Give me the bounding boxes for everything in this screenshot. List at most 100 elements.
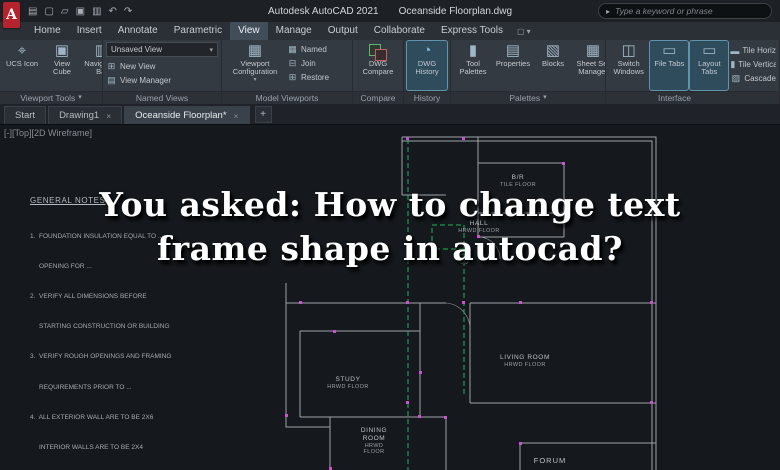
tool-palettes-button[interactable]: ▮ Tool Palettes [454, 41, 492, 90]
ribbon-tab-bar: Home Insert Annotate Parametric View Man… [0, 22, 780, 40]
question-overlay: You asked: How to change text frame shap… [0, 183, 780, 271]
switch-windows-button[interactable]: ◫ Switch Windows [609, 41, 648, 90]
view-manager-icon: ▤ [107, 75, 116, 85]
app-title: Autodesk AutoCAD 2021 [267, 5, 379, 17]
file-tabs-button[interactable]: ▭ File Tabs [649, 40, 690, 91]
panel-history: ◔ DWG History History [404, 40, 451, 104]
file-tab-oceanside-floorplan[interactable]: Oceanside Floorplan* × [124, 106, 250, 124]
button-label: Navigation Bar [84, 59, 102, 77]
panel-label-interface[interactable]: Interface [606, 91, 779, 104]
tile-vertically-icon: ▮ [730, 59, 736, 69]
save-icon[interactable]: ▣ [76, 6, 85, 17]
panel-label-palettes[interactable]: Palettes ▾ [451, 91, 605, 104]
view-cube-button[interactable]: ▣ View Cube [43, 41, 81, 90]
tool-palettes-icon: ▮ [468, 42, 478, 59]
blocks-icon: ▧ [545, 42, 561, 59]
restore-viewports-button[interactable]: ⊞ Restore [287, 71, 329, 84]
button-label: DWG History [415, 59, 439, 77]
new-view-button[interactable]: ⊞ New View [106, 60, 218, 73]
new-icon[interactable]: ▢ [44, 6, 53, 17]
cascade-icon: ▨ [731, 73, 741, 83]
ribbon-display-toggle[interactable]: ▢ ▾ [511, 22, 537, 40]
document-title: Oceanside Floorplan.dwg [398, 5, 513, 17]
named-viewports-button[interactable]: ▦ Named [287, 43, 329, 56]
button-label: DWG Compare [362, 59, 394, 77]
search-placeholder: Type a keyword or phrase [615, 6, 713, 16]
sheet-set-manager-icon: ▦ [585, 42, 601, 59]
ucs-icon-button[interactable]: ⌖ UCS Icon [3, 41, 41, 90]
close-icon[interactable]: × [234, 111, 239, 121]
app-menu-icon[interactable]: ▤ [28, 6, 37, 17]
button-label: View Cube [53, 59, 71, 77]
view-manager-button[interactable]: ▤ View Manager [106, 74, 218, 87]
join-icon: ⊟ [288, 58, 297, 68]
tile-vertically-button[interactable]: ▮ Tile Vertically [730, 58, 776, 71]
plot-icon[interactable]: ▥ [92, 6, 101, 17]
ribbon-tab-insert[interactable]: Insert [69, 22, 110, 40]
button-label: File Tabs [654, 59, 685, 68]
panel-label-history[interactable]: History [404, 91, 450, 104]
autocad-window: A ▤ ▢ ▱ ▣ ▥ ↶ ↷ Autodesk AutoCAD 2021 Oc… [0, 0, 780, 470]
panel-label-named-views[interactable]: Named Views [103, 91, 221, 104]
dwg-compare-button[interactable]: DWG Compare [356, 41, 400, 90]
dwg-history-icon: ◔ [422, 42, 432, 59]
panel-named-views: Unsaved View ▾ ⊞ New View ▤ View Manager… [103, 40, 222, 104]
close-icon[interactable]: × [106, 111, 111, 121]
autocad-logo[interactable]: A [3, 2, 20, 28]
file-tabs-icon: ▭ [662, 42, 677, 59]
navigation-bar-icon: ▥ [95, 42, 102, 60]
cascade-button[interactable]: ▨ Cascade [730, 72, 776, 85]
blocks-button[interactable]: ▧ Blocks [534, 41, 572, 90]
properties-button[interactable]: ▤ Properties [494, 41, 532, 90]
viewport-configuration-button[interactable]: ▦ Viewport Configuration ▾ [225, 41, 285, 90]
sheet-set-manager-button[interactable]: ▦ Sheet Set Manager [574, 41, 605, 90]
layout-tabs-button[interactable]: ▭ Layout Tabs [689, 40, 730, 91]
file-tab-start[interactable]: Start [4, 106, 47, 124]
drawing-canvas[interactable]: [-][Top][2D Wireframe] GENERAL NOTES 1. … [0, 124, 780, 470]
room-label-forum: FORUM [533, 456, 567, 465]
button-label: Switch Windows [613, 59, 644, 77]
join-viewports-button[interactable]: ⊟ Join [287, 57, 329, 70]
ribbon-tab-parametric[interactable]: Parametric [166, 22, 230, 40]
ribbon-tab-collaborate[interactable]: Collaborate [366, 22, 433, 40]
new-view-icon: ⊞ [107, 61, 116, 71]
panel-label-model-viewports[interactable]: Model Viewports [222, 91, 352, 104]
dwg-compare-icon [369, 43, 387, 61]
room-label-living-room: LIVING ROOM HRWD FLOOR [500, 354, 550, 369]
tile-horizontally-icon: ▬ [730, 45, 740, 56]
file-tab-bar: Start Drawing1 × Oceanside Floorplan* × … [0, 104, 780, 124]
ribbon-tab-output[interactable]: Output [320, 22, 366, 40]
properties-icon: ▤ [505, 42, 521, 59]
chevron-down-icon: ▾ [526, 26, 531, 36]
dwg-history-button[interactable]: ◔ DWG History [406, 40, 448, 91]
open-icon[interactable]: ▱ [61, 6, 69, 17]
button-label: Tool Palettes [459, 59, 487, 77]
ucs-icon: ⌖ [17, 42, 27, 59]
tile-horizontally-button[interactable]: ▬ Tile Horizontally [730, 44, 776, 57]
ribbon: ⌖ UCS Icon ▣ View Cube ▥ Navigation Bar … [0, 40, 780, 104]
viewport-controls-label[interactable]: [-][Top][2D Wireframe] [4, 128, 92, 138]
ribbon-tab-manage[interactable]: Manage [268, 22, 320, 40]
button-label: UCS Icon [5, 59, 39, 68]
undo-icon[interactable]: ↶ [109, 6, 117, 17]
file-tab-drawing1[interactable]: Drawing1 × [48, 106, 123, 124]
navigation-bar-button[interactable]: ▥ Navigation Bar [83, 41, 102, 90]
ribbon-tab-annotate[interactable]: Annotate [110, 22, 166, 40]
button-label: Viewport Configuration [232, 59, 278, 77]
ribbon-tab-home[interactable]: Home [26, 22, 69, 40]
new-drawing-tab-button[interactable]: + [254, 106, 272, 123]
titlebar: A ▤ ▢ ▱ ▣ ▥ ↶ ↷ Autodesk AutoCAD 2021 Oc… [0, 0, 780, 28]
room-label-dining-room: DINING ROOM HRWD FLOOR [360, 427, 388, 456]
ribbon-tab-express-tools[interactable]: Express Tools [433, 22, 511, 40]
panel-compare: DWG Compare Compare [353, 40, 404, 104]
redo-icon[interactable]: ↷ [124, 6, 132, 17]
button-label: Sheet Set Manager [576, 59, 605, 77]
named-views-dropdown[interactable]: Unsaved View ▾ [106, 42, 218, 57]
panel-label-viewport-tools[interactable]: Viewport Tools ▾ [0, 91, 102, 104]
ribbon-tab-view[interactable]: View [230, 22, 268, 40]
search-input[interactable]: ▸ Type a keyword or phrase [598, 3, 772, 19]
restore-icon: ⊞ [288, 72, 297, 82]
layout-tabs-icon: ▭ [702, 42, 717, 59]
panel-viewport-tools: ⌖ UCS Icon ▣ View Cube ▥ Navigation Bar … [0, 40, 103, 104]
panel-label-compare[interactable]: Compare [353, 91, 403, 104]
